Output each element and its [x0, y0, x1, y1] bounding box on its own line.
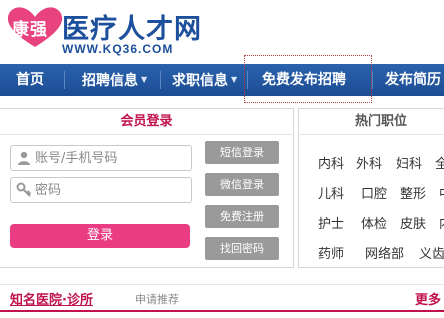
nav-jobs-label: 招聘信息	[82, 73, 138, 89]
hot-position-link[interactable]: 药师	[318, 243, 344, 262]
login-button[interactable]: 登录	[10, 224, 190, 248]
hot-position-link[interactable]: 口腔	[361, 183, 387, 202]
hot-position-link[interactable]: 义齿	[419, 243, 444, 262]
famous-hospitals-title[interactable]: 知名医院·诊所	[10, 289, 93, 308]
member-login-panel: 会员登录 登录 短信登录 微信登录 免费注册 找回密码	[0, 108, 294, 268]
hot-position-link[interactable]: 中	[439, 183, 444, 202]
hot-position-link[interactable]: 网络部	[365, 243, 404, 262]
logo-brand-text: 康强	[12, 20, 48, 40]
hot-position-link[interactable]: 整形	[400, 183, 426, 202]
nav-post-resume-label: 发布简历	[385, 72, 441, 88]
hot-position-link[interactable]: 体检	[361, 213, 387, 232]
more-link[interactable]: 更多	[415, 289, 441, 308]
hot-position-link[interactable]: 皮肤	[400, 213, 426, 232]
section-divider	[0, 284, 444, 285]
login-title: 会员登录	[0, 109, 293, 135]
nav-divider	[160, 71, 161, 89]
sms-login-button[interactable]: 短信登录	[205, 141, 279, 164]
hot-position-link[interactable]: 护士	[318, 213, 344, 232]
nav-home-label: 首页	[16, 72, 44, 88]
password-input[interactable]	[35, 181, 185, 199]
account-field[interactable]	[10, 145, 192, 171]
hot-position-link[interactable]: 内科	[318, 153, 344, 172]
user-icon	[18, 151, 30, 165]
logo-url: WWW.KQ36.COM	[62, 42, 174, 56]
site-header: 康强 医疗人才网 WWW.KQ36.COM	[0, 0, 444, 64]
nav-jobs[interactable]: 招聘信息 ▼	[82, 64, 147, 96]
account-input[interactable]	[35, 149, 185, 167]
nav-divider	[64, 71, 65, 89]
recover-password-button[interactable]: 找回密码	[205, 237, 279, 260]
free-register-button[interactable]: 免费注册	[205, 205, 279, 228]
hot-position-link[interactable]: 内	[439, 213, 444, 232]
section-underline	[0, 310, 444, 312]
hot-positions-panel: 热门职位 内科 外科 妇科 全 儿科 口腔 整形 中 护士 体检 皮肤 内 药师…	[298, 108, 444, 268]
site-logo[interactable]: 康强 医疗人才网 WWW.KQ36.COM	[6, 4, 201, 58]
wechat-login-button[interactable]: 微信登录	[205, 173, 279, 196]
password-field[interactable]	[10, 177, 192, 203]
nav-divider	[247, 71, 248, 89]
logo-title: 医疗人才网	[62, 14, 202, 45]
hot-position-link[interactable]: 外科	[356, 153, 382, 172]
nav-job-seekers[interactable]: 求职信息 ▼	[172, 64, 237, 96]
caret-down-icon: ▼	[231, 75, 238, 84]
hot-position-link[interactable]: 儿科	[318, 183, 344, 202]
nav-home[interactable]: 首页	[16, 64, 44, 96]
nav-post-resume[interactable]: 发布简历	[385, 64, 441, 96]
hot-positions-title: 热门职位	[299, 109, 444, 135]
nav-divider	[372, 71, 373, 89]
main-navigation: 首页 招聘信息 ▼ 求职信息 ▼ 免费发布招聘 发布简历	[0, 64, 444, 96]
nav-post-job-free[interactable]: 免费发布招聘	[262, 64, 346, 96]
hot-position-link[interactable]: 全	[435, 153, 444, 172]
apply-recommend-link[interactable]: 申请推荐	[135, 291, 179, 307]
nav-job-seekers-label: 求职信息	[172, 73, 228, 89]
hot-position-link[interactable]: 妇科	[396, 153, 422, 172]
key-icon	[16, 182, 32, 197]
caret-down-icon: ▼	[141, 75, 148, 84]
nav-post-job-free-label: 免费发布招聘	[262, 72, 346, 88]
